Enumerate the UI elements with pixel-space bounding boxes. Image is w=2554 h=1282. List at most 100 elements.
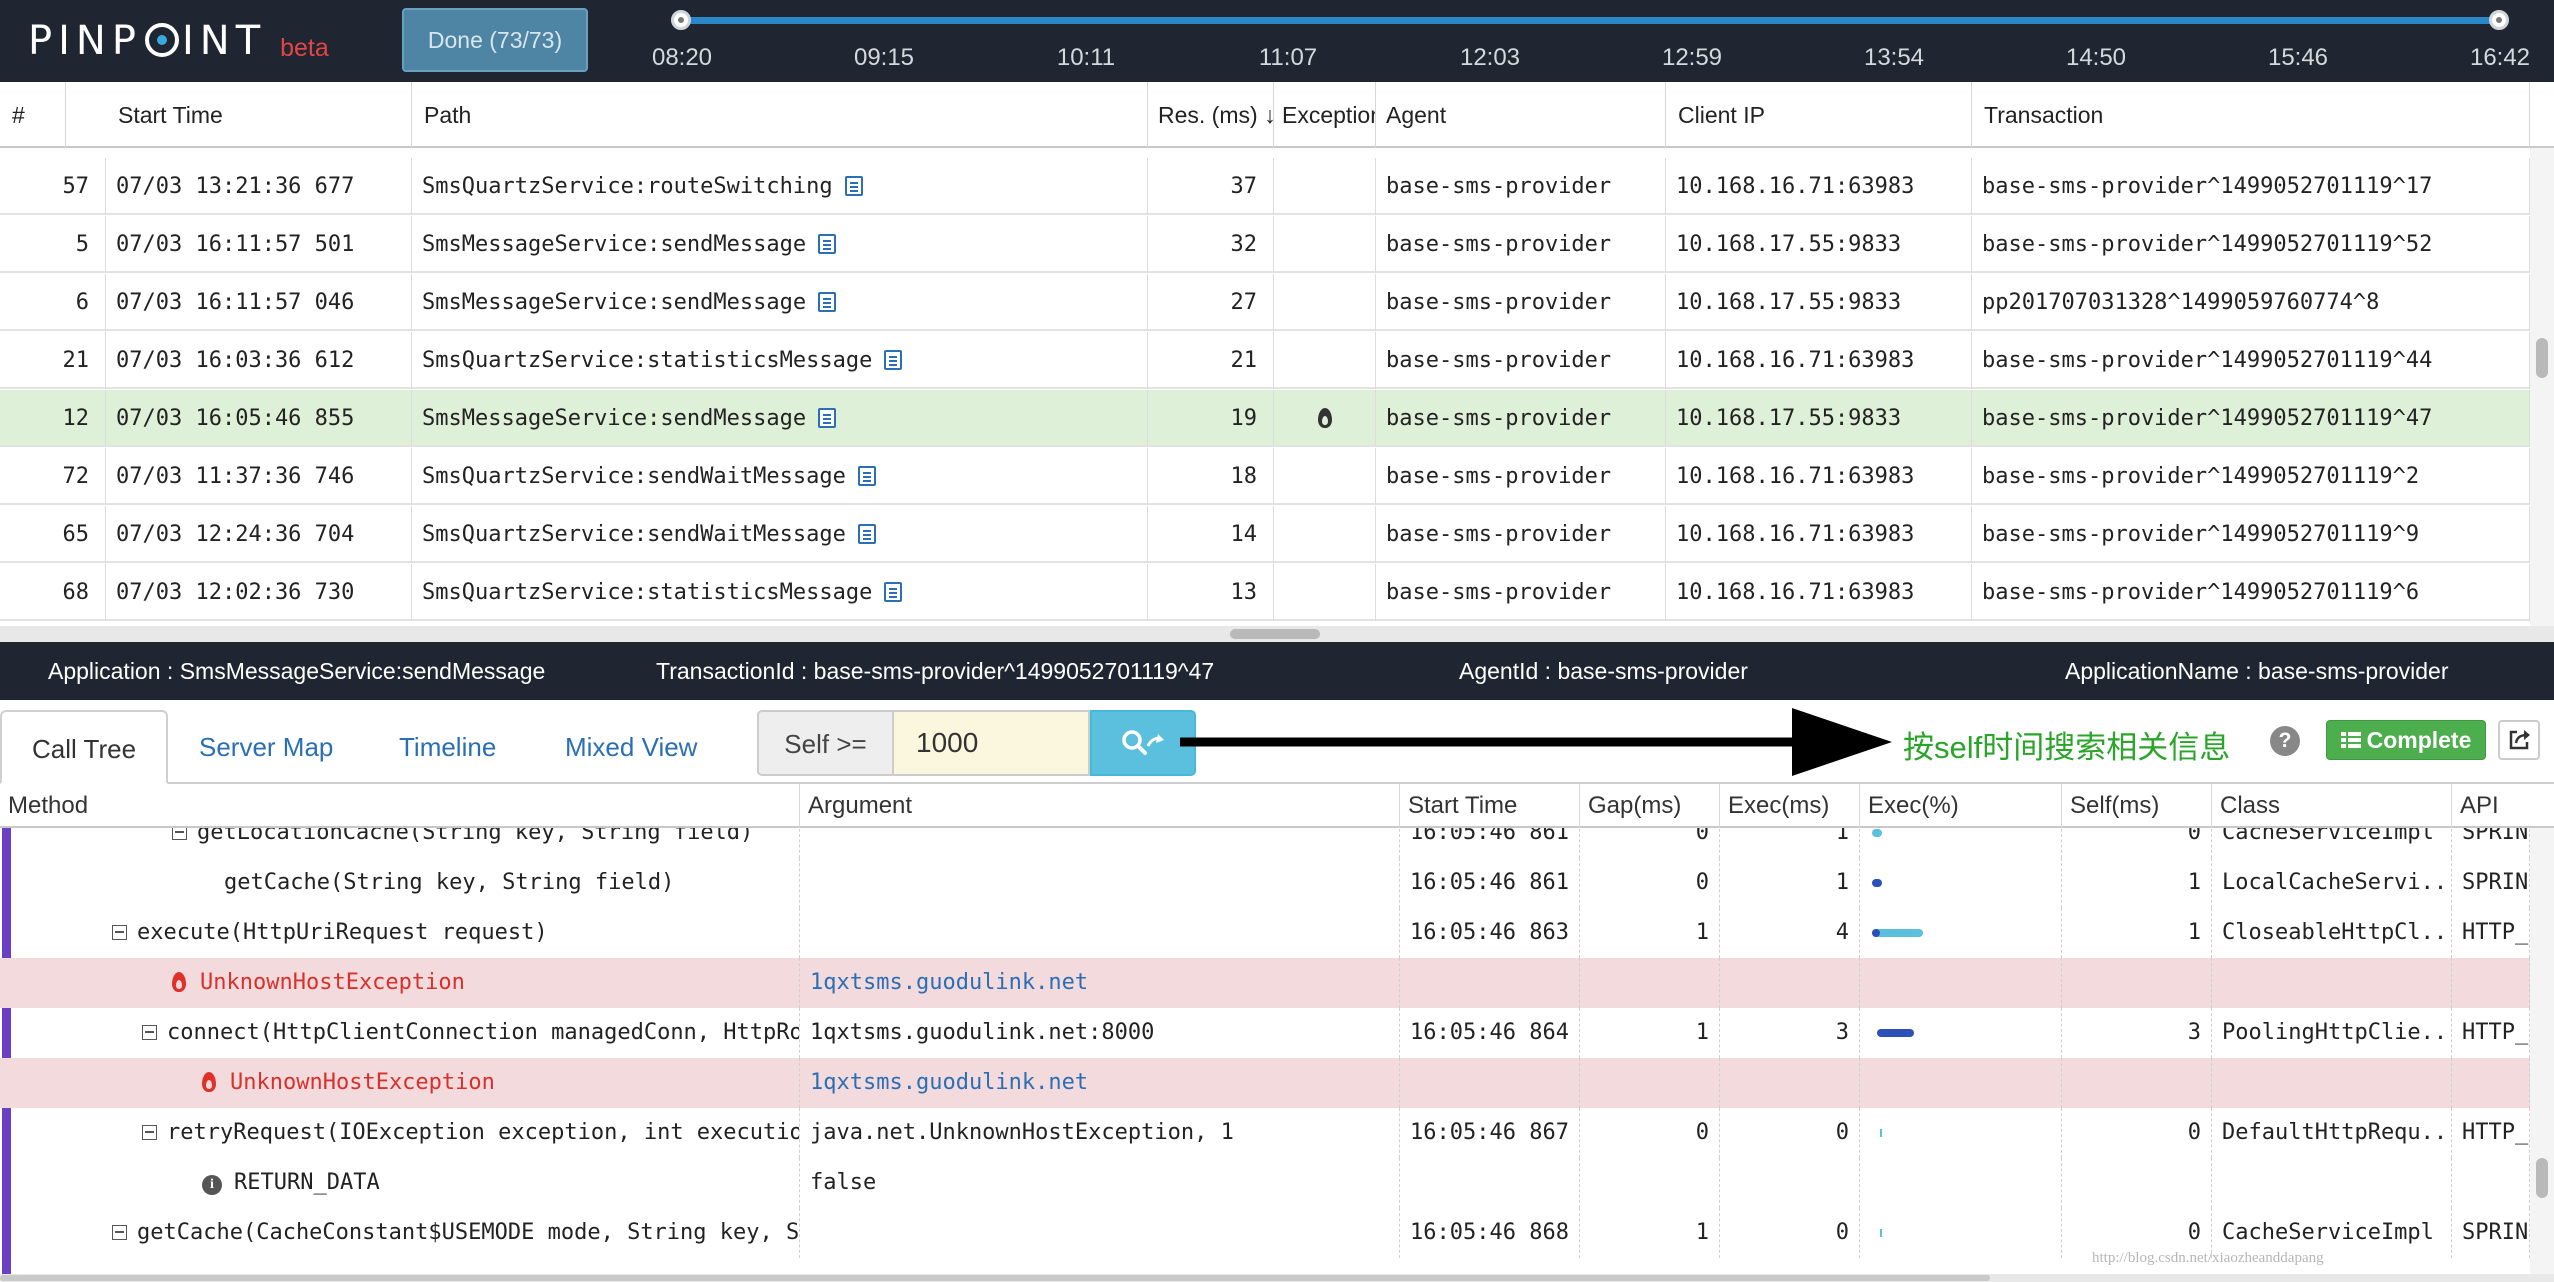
ct-cell-api: SPRING [2452,858,2530,908]
call-tree-exception-row[interactable]: UnknownHostException 1qxtsms.guodulink.ne… [0,958,2530,1008]
ct-cell-exec [1720,958,1860,1008]
time-range-track[interactable] [682,17,2500,24]
timeline-tick-label: 16:42 [2469,44,2531,71]
ct-cell-argument[interactable]: 1qxtsms.guodulink.net [800,958,1400,1008]
tx-cell-path[interactable]: SmsQuartzService:statisticsMessage [412,564,1148,621]
ct-cell-argument[interactable]: 1qxtsms.guodulink.net [800,1058,1400,1108]
transaction-scroll-thumb[interactable] [2536,338,2548,378]
ct-method-text: getLocationCache(String key, String fiel… [197,828,754,845]
transaction-row[interactable]: 12 07/03 16:05:46 855 SmsMessageService:se… [0,390,2530,447]
transaction-row[interactable]: 5 07/03 16:11:57 501 SmsMessageService:sen… [0,216,2530,273]
tx-path-text[interactable]: SmsQuartzService:sendWaitMessage [422,464,846,489]
transaction-row[interactable]: 65 07/03 12:24:36 704 SmsQuartzService:sen… [0,506,2530,563]
call-tree-vertical-scrollbar[interactable] [2530,828,2554,1274]
col-number[interactable]: # [0,82,66,148]
tx-cell-exception [1274,390,1376,447]
document-icon[interactable] [857,466,876,486]
transaction-vertical-scrollbar[interactable] [2530,148,2554,626]
tx-cell-transaction: base-sms-provider^1499052701119^9 [1972,506,2530,563]
call-tree-row[interactable]: retryRequest(IOException exception, int … [0,1108,2530,1158]
call-tree-exception-row[interactable]: UnknownHostException 1qxtsms.guodulink.ne… [0,1058,2530,1108]
range-end-handle[interactable] [2489,10,2509,30]
help-icon[interactable]: ? [2270,726,2300,756]
col-client-ip[interactable]: Client IP [1666,82,1972,148]
transaction-row[interactable]: 57 07/03 13:21:36 677 SmsQuartzService:rou… [0,158,2530,215]
self-time-input[interactable] [892,710,1090,776]
collapse-toggle-icon[interactable] [112,925,127,940]
tx-path-text[interactable]: SmsQuartzService:sendWaitMessage [422,522,846,547]
ct-cell-bar [1860,1208,2062,1258]
tx-cell-path[interactable]: SmsQuartzService:routeSwitching [412,158,1148,215]
collapse-toggle-icon[interactable] [112,1225,127,1240]
document-icon[interactable] [818,234,837,254]
transaction-horizontal-scrollbar[interactable] [0,626,2554,642]
col-argument[interactable]: Argument [800,784,1400,828]
call-tree-horizontal-scrollbar[interactable] [0,1274,2554,1282]
tx-cell-path[interactable]: SmsMessageService:sendMessage [412,216,1148,273]
col-exec-percent[interactable]: Exec(%) [1860,784,2062,828]
col-ct-start-time[interactable]: Start Time [1400,784,1580,828]
done-progress-button[interactable]: Done (73/73) [402,8,588,72]
col-exec[interactable]: Exec(ms) [1720,784,1860,828]
col-transaction[interactable]: Transaction [1972,82,2530,148]
tx-cell-path[interactable]: SmsMessageService:sendMessage [412,390,1148,447]
document-icon[interactable] [818,408,837,428]
transaction-row[interactable]: 21 07/03 16:03:36 612 SmsQuartzService:sta… [0,332,2530,389]
call-tree-row[interactable]: getLocationCache(String key, String fiel… [0,828,2530,858]
tab-timeline[interactable]: Timeline [399,710,496,784]
col-response-time[interactable]: Res. (ms) ↓ [1148,82,1274,148]
tx-cell-path[interactable]: SmsQuartzService:sendWaitMessage [412,506,1148,563]
call-tree-scroll-thumb[interactable] [2536,1158,2548,1198]
col-method[interactable]: Method [0,784,800,828]
call-tree-row[interactable]: getCache(String key, String field) 16:05:… [0,858,2530,908]
col-self[interactable]: Self(ms) [2062,784,2212,828]
tab-server-map[interactable]: Server Map [199,710,333,784]
transaction-row[interactable]: 68 07/03 12:02:36 730 SmsQuartzService:sta… [0,564,2530,621]
tx-cell-exception [1274,564,1376,621]
transaction-row[interactable]: 72 07/03 11:37:36 746 SmsQuartzService:sen… [0,448,2530,505]
range-start-handle[interactable] [671,10,691,30]
collapse-toggle-icon[interactable] [172,828,187,840]
tx-path-text[interactable]: SmsQuartzService:routeSwitching [422,174,833,199]
call-tree-row[interactable]: execute(HttpUriRequest request) 16:05:46 … [0,908,2530,958]
tx-path-text[interactable]: SmsQuartzService:statisticsMessage [422,580,872,605]
document-icon[interactable] [844,176,863,196]
call-tree-row[interactable]: connect(HttpClientConnection managedConn… [0,1008,2530,1058]
tab-call-tree[interactable]: Call Tree [0,710,169,784]
pinpoint-logo[interactable]: PINP INT beta [28,14,329,68]
transaction-row[interactable]: 6 07/03 16:11:57 046 SmsMessageService:sen… [0,274,2530,331]
tx-path-text[interactable]: SmsMessageService:sendMessage [422,232,806,257]
ct-cell-exec [1720,1058,1860,1108]
col-path[interactable]: Path [412,82,1148,148]
col-api[interactable]: API [2452,784,2554,828]
tx-cell-response-time: 14 [1148,506,1274,563]
col-gap[interactable]: Gap(ms) [1580,784,1720,828]
call-tree-row[interactable]: i RETURN_DATA false [0,1158,2530,1208]
document-icon[interactable] [818,292,837,312]
collapse-toggle-icon[interactable] [142,1125,157,1140]
tx-path-text[interactable]: SmsMessageService:sendMessage [422,406,806,431]
tx-cell-path[interactable]: SmsQuartzService:statisticsMessage [412,332,1148,389]
call-tree-hscroll-thumb[interactable] [0,1275,1990,1281]
ct-cell-method: getCache(String key, String field) [12,858,800,908]
col-agent[interactable]: Agent [1376,82,1666,148]
time-range-slider[interactable]: 08:20 09:15 10:11 11:07 12:03 12:59 13:54 14:50… [640,0,2540,82]
col-start-time[interactable]: Start Time [106,82,412,148]
collapse-toggle-icon[interactable] [142,1025,157,1040]
tab-mixed-view[interactable]: Mixed View [565,710,697,784]
info-agent-id: AgentId : base-sms-provider [1459,658,1748,684]
complete-button[interactable]: Complete [2326,720,2486,760]
col-exception[interactable]: Exception [1274,82,1376,148]
col-class[interactable]: Class [2212,784,2452,828]
document-icon[interactable] [857,524,876,544]
tx-path-text[interactable]: SmsMessageService:sendMessage [422,290,806,315]
open-external-button[interactable] [2498,720,2540,760]
ct-method-text: retryRequest(IOException exception, int … [167,1120,799,1145]
ct-cell-api [2452,1158,2530,1208]
pane-resize-handle[interactable] [1230,629,1320,639]
tx-cell-path[interactable]: SmsQuartzService:sendWaitMessage [412,448,1148,505]
document-icon[interactable] [884,582,903,602]
document-icon[interactable] [884,350,903,370]
tx-cell-path[interactable]: SmsMessageService:sendMessage [412,274,1148,331]
tx-path-text[interactable]: SmsQuartzService:statisticsMessage [422,348,872,373]
